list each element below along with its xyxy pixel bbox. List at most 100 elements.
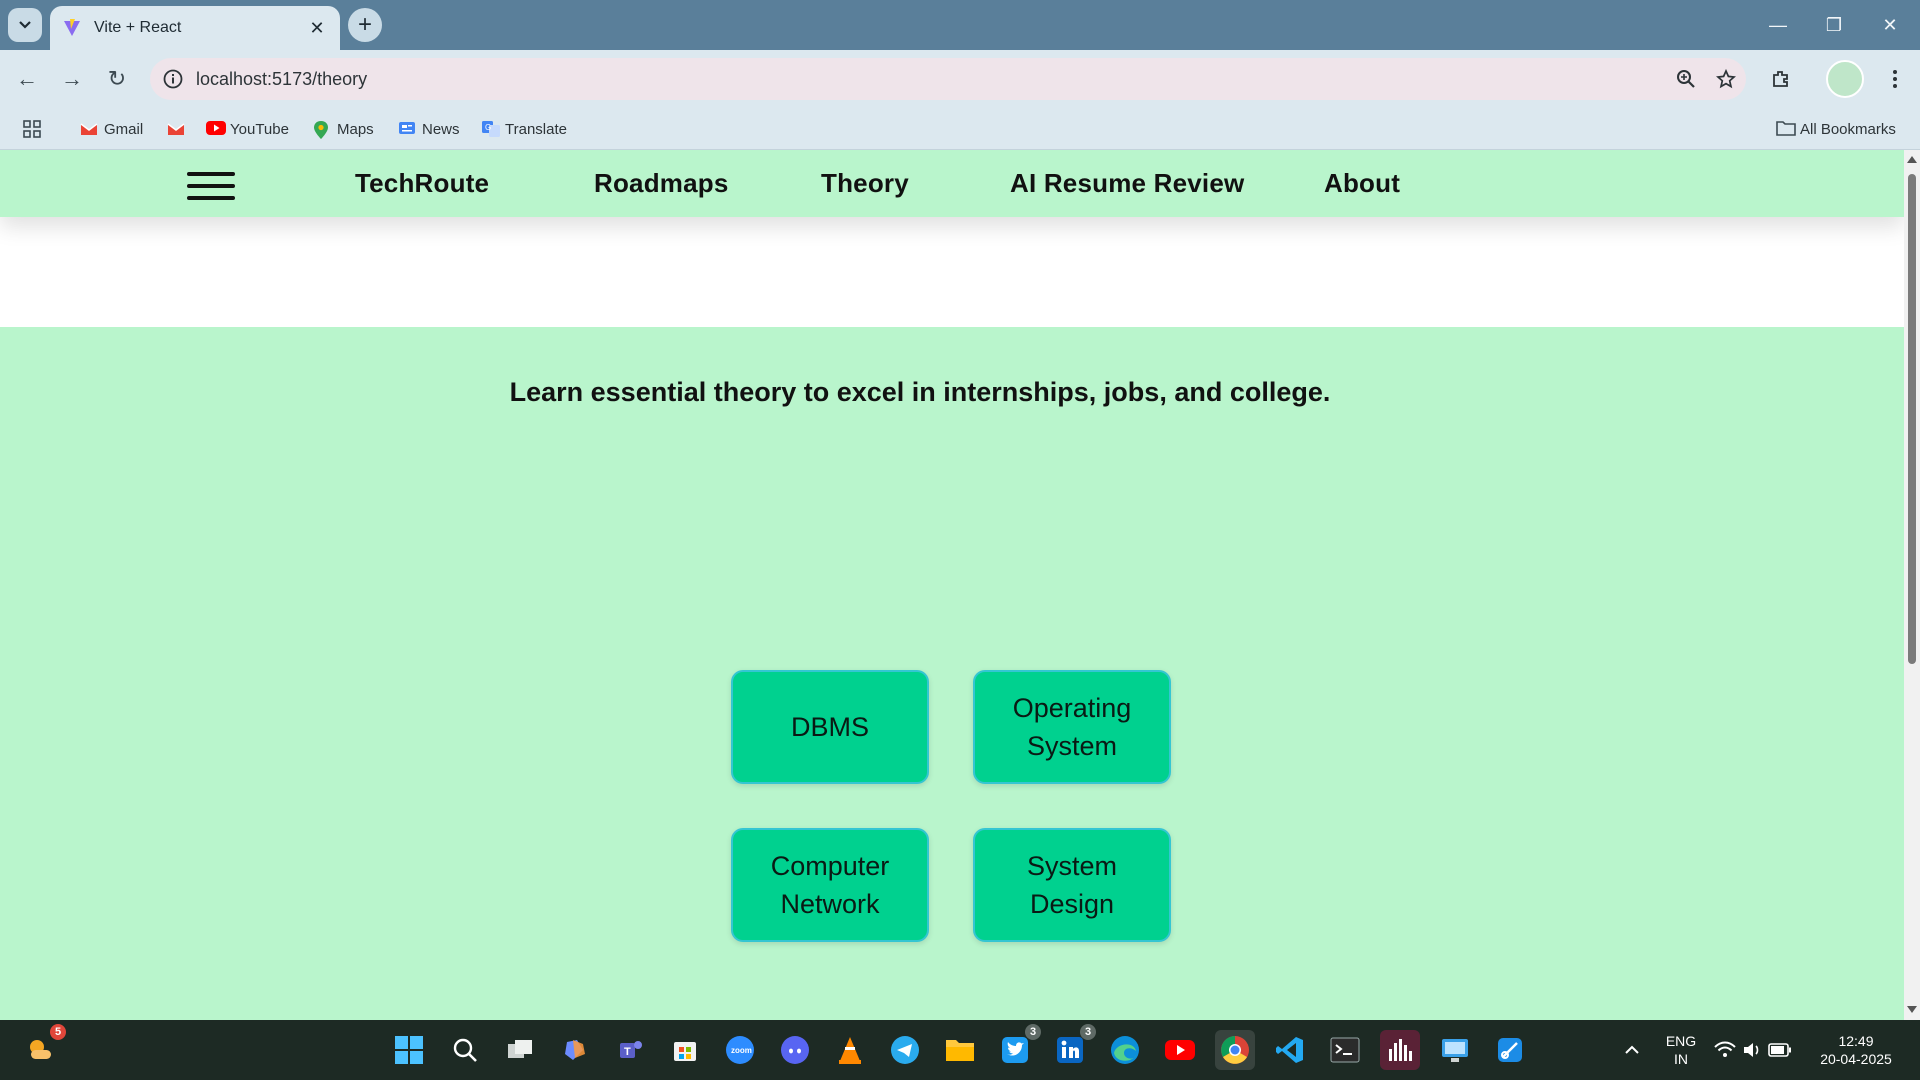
telegram-icon[interactable] bbox=[885, 1030, 925, 1070]
forward-icon[interactable]: → bbox=[55, 62, 89, 96]
address-bar[interactable]: localhost:5173/theory bbox=[150, 58, 1746, 100]
bookmark-news[interactable]: News bbox=[398, 118, 460, 140]
youtube-app-icon[interactable] bbox=[1160, 1030, 1200, 1070]
bookmark-label: Gmail bbox=[104, 120, 144, 138]
youtube-icon bbox=[206, 120, 226, 138]
svg-text:T: T bbox=[624, 1046, 631, 1058]
folder-icon bbox=[1776, 120, 1796, 138]
gmail-icon bbox=[80, 120, 98, 138]
start-windows-icon[interactable] bbox=[389, 1030, 429, 1070]
theory-section: Learn essential theory to excel in inter… bbox=[0, 327, 1904, 1020]
bookmark-label: YouTube bbox=[230, 120, 289, 138]
bookmark-gmail-2[interactable] bbox=[167, 118, 191, 140]
bookmark-gmail[interactable]: Gmail bbox=[80, 118, 143, 140]
scroll-up-arrow-icon[interactable] bbox=[1907, 156, 1917, 163]
svg-text:G: G bbox=[485, 123, 491, 132]
weather-widget-icon[interactable]: 5 bbox=[20, 1024, 66, 1070]
remote-desktop-icon[interactable] bbox=[1435, 1030, 1475, 1070]
quick-settings-tray[interactable] bbox=[1708, 1030, 1798, 1070]
browser-tab-strip: Vite + React ✕ + — ❐ ✕ bbox=[0, 0, 1920, 50]
volume-icon bbox=[1744, 1043, 1759, 1057]
all-bookmarks-button[interactable]: All Bookmarks bbox=[1776, 118, 1896, 140]
bookmark-label: News bbox=[422, 120, 460, 138]
news-icon bbox=[398, 120, 416, 138]
browser-tab[interactable]: Vite + React ✕ bbox=[50, 6, 340, 50]
bookmark-star-icon[interactable] bbox=[1706, 58, 1746, 100]
page-scrollbar[interactable] bbox=[1904, 150, 1920, 1020]
vlc-icon[interactable] bbox=[830, 1030, 870, 1070]
extensions-icon[interactable] bbox=[1764, 62, 1798, 96]
nav-link-about[interactable]: About bbox=[1324, 168, 1400, 199]
clock-time: 12:49 bbox=[1838, 1033, 1874, 1049]
brand-logo-link[interactable]: TechRoute bbox=[355, 168, 489, 199]
profile-avatar[interactable] bbox=[1826, 60, 1864, 98]
apps-grid-icon[interactable] bbox=[22, 118, 42, 140]
scroll-down-arrow-icon[interactable] bbox=[1907, 1006, 1917, 1013]
restore-icon[interactable]: ❐ bbox=[1806, 0, 1862, 50]
show-hidden-icons-chevron-icon[interactable] bbox=[1612, 1030, 1652, 1070]
topic-card-system-design[interactable]: System Design bbox=[973, 828, 1171, 942]
bookmark-maps[interactable]: Maps bbox=[313, 118, 374, 140]
language-code: ENG bbox=[1665, 1033, 1697, 1049]
nav-link-roadmaps[interactable]: Roadmaps bbox=[594, 168, 729, 199]
linkedin-icon[interactable]: 3 bbox=[1050, 1024, 1096, 1070]
close-tab-icon[interactable]: ✕ bbox=[306, 18, 328, 39]
zoom-icon[interactable] bbox=[1666, 58, 1706, 100]
tab-search-button[interactable] bbox=[8, 8, 42, 42]
browser-toolbar: ← → ↻ localhost:5173/theory bbox=[0, 50, 1920, 108]
site-info-icon[interactable] bbox=[162, 68, 184, 90]
copilot-icon[interactable] bbox=[555, 1030, 595, 1070]
vite-logo-icon bbox=[64, 19, 80, 36]
weather-badge: 5 bbox=[50, 1024, 66, 1040]
gmail-icon bbox=[167, 120, 185, 138]
all-bookmarks-label: All Bookmarks bbox=[1800, 120, 1896, 138]
windows-taskbar: 5 T zoom 3 3 ENG IN 12:49 20-04-2025 bbox=[0, 1020, 1920, 1080]
terminal-icon[interactable] bbox=[1325, 1030, 1365, 1070]
bookmarks-bar: Gmail YouTube Maps News G Translate All … bbox=[0, 108, 1920, 150]
back-icon[interactable]: ← bbox=[10, 62, 44, 96]
linkedin-badge: 3 bbox=[1080, 1024, 1096, 1040]
snipping-tool-icon[interactable] bbox=[1490, 1030, 1530, 1070]
search-icon[interactable] bbox=[445, 1030, 485, 1070]
url-text[interactable]: localhost:5173/theory bbox=[196, 69, 1666, 90]
minimize-icon[interactable]: — bbox=[1750, 0, 1806, 50]
clock[interactable]: 12:49 20-04-2025 bbox=[1808, 1032, 1904, 1068]
reload-icon[interactable]: ↻ bbox=[100, 62, 134, 96]
zoom-app-icon[interactable]: zoom bbox=[720, 1030, 760, 1070]
audio-visualizer-app-icon[interactable] bbox=[1380, 1030, 1420, 1070]
scrollbar-thumb[interactable] bbox=[1908, 174, 1916, 664]
input-language-indicator[interactable]: ENG IN bbox=[1660, 1032, 1702, 1068]
page-tagline: Learn essential theory to excel in inter… bbox=[509, 377, 1331, 407]
topic-card-dbms[interactable]: DBMS bbox=[731, 670, 929, 784]
task-view-icon[interactable] bbox=[500, 1030, 540, 1070]
battery-icon bbox=[1768, 1043, 1791, 1057]
topic-card-computer-network[interactable]: Computer Network bbox=[731, 828, 929, 942]
bookmark-youtube[interactable]: YouTube bbox=[206, 118, 289, 140]
bookmark-label: Maps bbox=[337, 120, 374, 138]
topic-card-operating-system[interactable]: Operating System bbox=[973, 670, 1171, 784]
chrome-icon[interactable] bbox=[1215, 1030, 1255, 1070]
teams-icon[interactable]: T bbox=[610, 1030, 650, 1070]
translate-icon: G bbox=[481, 120, 500, 138]
svg-text:zoom: zoom bbox=[731, 1046, 752, 1055]
region-code: IN bbox=[1674, 1051, 1688, 1067]
discord-icon[interactable] bbox=[775, 1030, 815, 1070]
nav-link-theory[interactable]: Theory bbox=[821, 168, 909, 199]
twitter-icon[interactable]: 3 bbox=[995, 1024, 1041, 1070]
file-explorer-icon[interactable] bbox=[940, 1030, 980, 1070]
nav-link-ai-resume-review[interactable]: AI Resume Review bbox=[1010, 168, 1244, 199]
new-tab-button[interactable]: + bbox=[348, 8, 382, 42]
clock-date: 20-04-2025 bbox=[1820, 1051, 1892, 1067]
twitter-badge: 3 bbox=[1025, 1024, 1041, 1040]
hamburger-menu-icon[interactable] bbox=[187, 172, 235, 200]
edge-icon[interactable] bbox=[1105, 1030, 1145, 1070]
close-window-icon[interactable]: ✕ bbox=[1862, 0, 1918, 50]
web-page: TechRoute Roadmaps Theory AI Resume Revi… bbox=[0, 150, 1904, 1020]
maps-icon bbox=[313, 120, 331, 139]
vscode-icon[interactable] bbox=[1270, 1030, 1310, 1070]
menu-kebab-icon[interactable] bbox=[1878, 62, 1912, 96]
microsoft-store-icon[interactable] bbox=[665, 1030, 705, 1070]
site-navbar: TechRoute Roadmaps Theory AI Resume Revi… bbox=[0, 150, 1904, 217]
bookmark-label: Translate bbox=[505, 120, 567, 138]
bookmark-translate[interactable]: G Translate bbox=[481, 118, 567, 140]
